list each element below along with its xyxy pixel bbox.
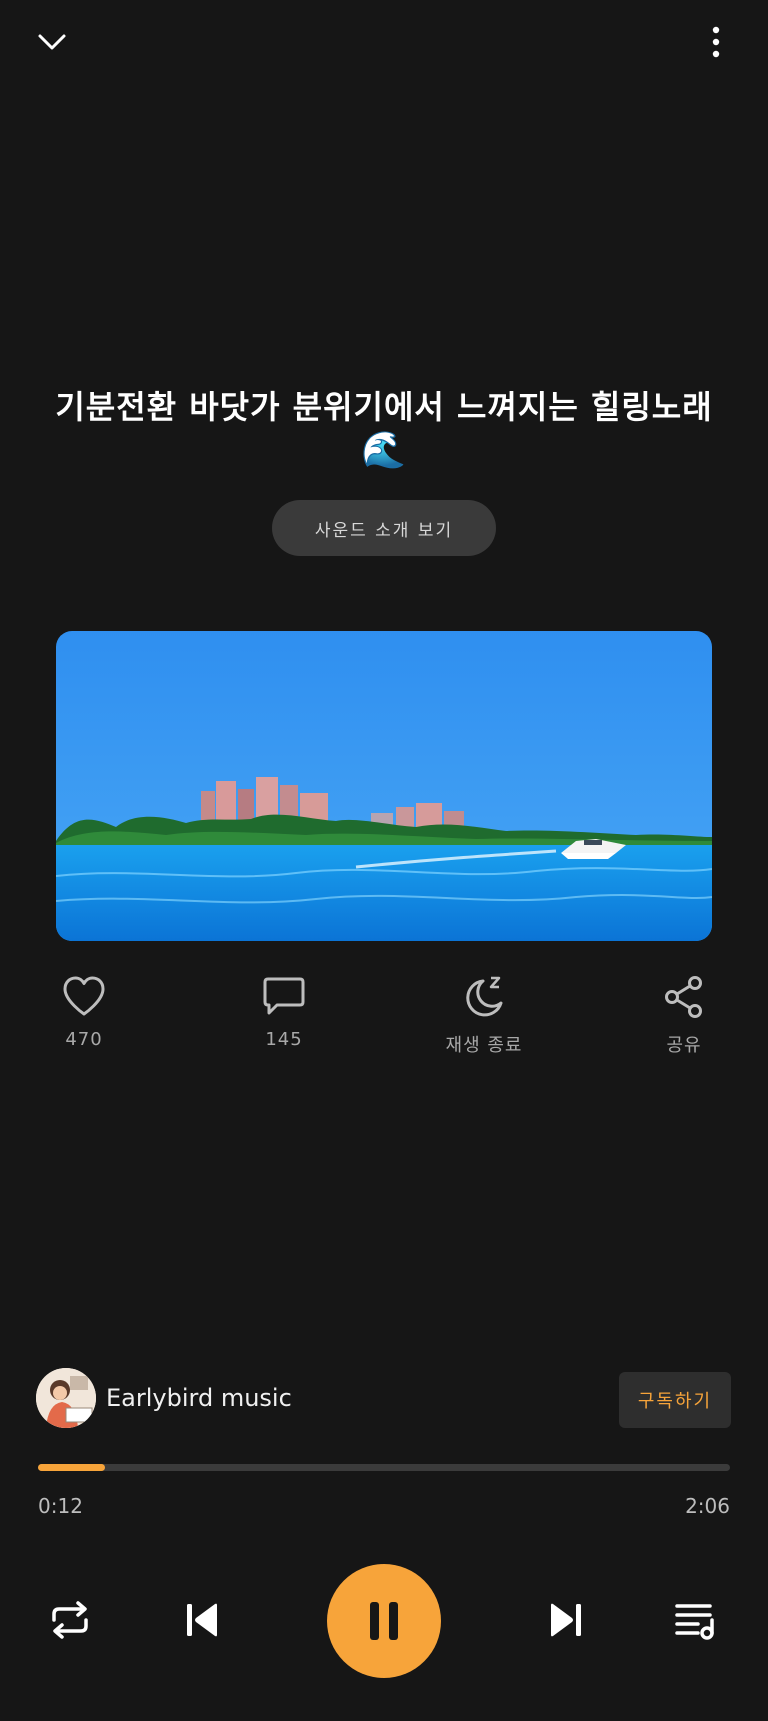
sleep-timer-button[interactable]: 재생 종료 [430,975,538,1065]
playlist-icon [675,1604,714,1640]
sleep-timer-label: 재생 종료 [445,1035,523,1056]
current-time: 0:12 [38,1494,83,1518]
subscribe-button[interactable]: 구독하기 [619,1372,731,1428]
progress-fill [38,1464,106,1471]
channel-info[interactable]: Earlybird music [36,1368,292,1428]
next-button[interactable] [542,1596,590,1644]
playback-controls [0,1560,768,1680]
sound-intro-button[interactable]: 사운드 소개 보기 [272,500,496,556]
share-label: 공유 [666,1035,702,1056]
heart-icon [63,976,105,1016]
track-title-text: 기분전환 바닷가 분위기에서 느껴지는 힐링노래 [55,388,713,426]
more-vertical-icon [712,26,720,58]
comment-count: 145 [265,1029,303,1050]
player-screen: 기분전환 바닷가 분위기에서 느껴지는 힐링노래 🌊 사운드 소개 보기 470 … [0,0,768,1721]
share-icon [665,976,702,1018]
duration: 2:06 [685,1494,730,1518]
channel-name[interactable]: Earlybird music [106,1384,292,1412]
channel-avatar[interactable] [36,1368,96,1428]
repeat-icon [52,1601,88,1639]
wave-emoji: 🌊 [361,430,407,471]
like-button[interactable]: 470 [30,975,138,1065]
more-menu-button[interactable] [704,22,728,62]
repeat-button[interactable] [46,1596,94,1644]
comment-button[interactable]: 145 [230,975,338,1065]
track-title: 기분전환 바닷가 분위기에서 느껴지는 힐링노래 🌊 [40,385,728,473]
action-bar: 470 145 재생 종료 공유 [30,975,738,1065]
album-cover [56,631,712,941]
collapse-button[interactable] [30,22,74,62]
pause-button[interactable] [327,1564,441,1678]
skip-next-icon [551,1603,581,1637]
previous-button[interactable] [178,1596,226,1644]
moon-sleep-icon [466,976,503,1017]
progress-bar[interactable] [38,1464,730,1471]
share-button[interactable]: 공유 [630,975,738,1065]
comment-icon [263,977,305,1015]
pause-icon [370,1602,398,1640]
chevron-down-icon [38,34,66,50]
like-count: 470 [65,1029,103,1050]
playlist-button[interactable] [672,1596,720,1644]
skip-previous-icon [187,1603,217,1637]
